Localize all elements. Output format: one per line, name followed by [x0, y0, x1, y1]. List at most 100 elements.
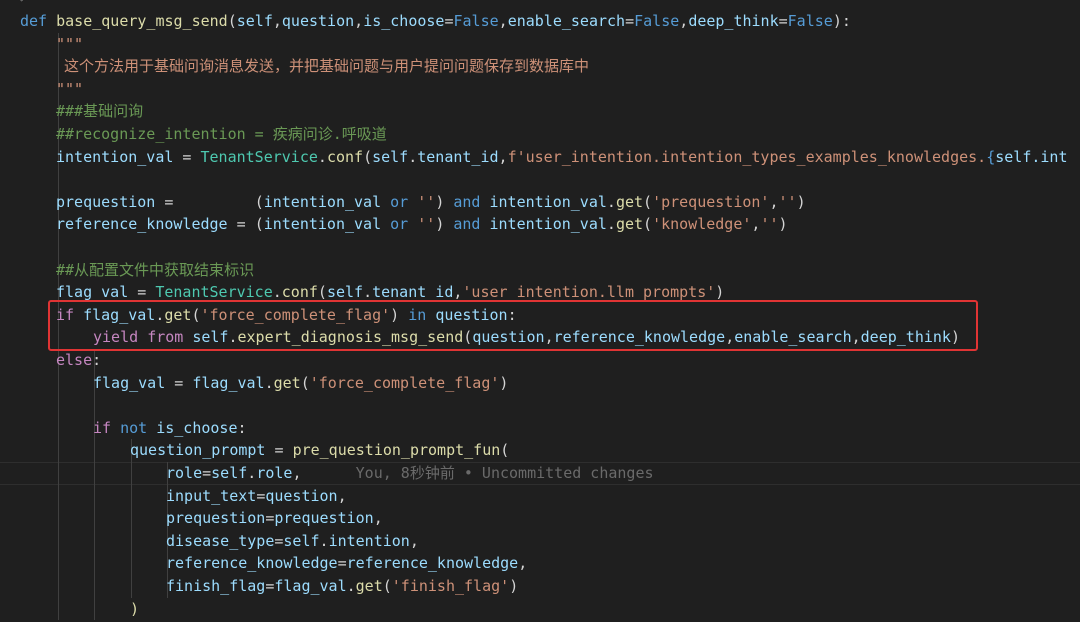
code-token: ( — [317, 283, 327, 302]
code-token: . — [363, 283, 373, 302]
fold-icon[interactable]: ◈ — [18, 0, 25, 4]
code-token: False — [453, 12, 499, 30]
code-line[interactable]: """ — [56, 33, 83, 56]
code-line[interactable]: ##从配置文件中获取结束标识 — [56, 259, 254, 282]
code-token: TenantService — [155, 283, 273, 302]
code-token: self — [326, 283, 364, 302]
code-token: ) — [499, 373, 509, 392]
code-token: ( — [300, 373, 310, 392]
code-token: ) — [435, 192, 454, 211]
code-line[interactable]: intention_val = TenantService.conf(self.… — [56, 146, 1067, 169]
code-token: intention_val — [489, 192, 607, 211]
code-token: '' — [417, 192, 436, 211]
code-token: ( — [227, 12, 237, 30]
code-token: False — [787, 12, 833, 30]
code-token: ) — [715, 283, 725, 302]
code-token: reference_knowledge — [56, 215, 228, 234]
code-token: , — [272, 12, 282, 30]
code-token: . — [606, 215, 616, 234]
code-line[interactable]: def base_query_msg_send(self,question,is… — [20, 10, 851, 33]
code-line[interactable]: if not is_choose: — [93, 417, 247, 440]
code-token: = — [625, 12, 635, 30]
code-token: and — [453, 215, 481, 234]
code-token: = — [165, 373, 193, 392]
code-token: . — [346, 577, 356, 595]
code-line[interactable]: else: — [56, 349, 101, 372]
code-token: ( — [500, 441, 510, 460]
code-token: flag_val — [192, 373, 265, 392]
code-token: get — [615, 215, 644, 234]
code-token: tenant_id — [372, 283, 454, 302]
code-token: = — [173, 147, 201, 166]
code-token: flag_val — [274, 577, 347, 595]
code-token: prequestion — [274, 509, 374, 528]
code-line[interactable]: ##recognize_intention = 疾病问诊.呼吸道 — [56, 123, 387, 146]
code-line[interactable]: question_prompt = pre_question_prompt_fu… — [130, 439, 509, 462]
code-token: is_choose — [363, 12, 445, 30]
code-token: = — [128, 283, 156, 302]
code-line[interactable]: input_text=question, — [166, 485, 347, 508]
code-token: def — [20, 12, 57, 30]
code-line[interactable]: prequestion=prequestion, — [166, 507, 383, 530]
code-line[interactable]: role=self.role, You, 8秒钟前 • Uncommitted … — [166, 462, 654, 485]
code-token: input_text — [166, 486, 257, 505]
code-token: prequestion — [56, 192, 156, 211]
code-token: ( — [382, 577, 392, 595]
code-token: ##recognize_intention = 疾病问诊.呼吸道 — [56, 125, 387, 143]
code-token: is_choose — [156, 418, 238, 437]
code-token: f'user_intention.intention_types_example… — [507, 147, 987, 166]
code-line[interactable]: finish_flag=flag_val.get('finish_flag') — [166, 575, 518, 598]
code-token: , — [409, 531, 419, 550]
code-line[interactable]: """ — [56, 78, 83, 101]
code-token: = — [444, 12, 454, 30]
code-token: conf — [281, 283, 318, 302]
code-token: role — [166, 464, 203, 482]
code-token: not — [120, 418, 148, 437]
code-token: ) — [778, 215, 788, 234]
code-token: """ — [56, 34, 84, 53]
code-token: = — [155, 192, 255, 211]
code-token: ( — [254, 192, 264, 211]
code-token: 'finish_flag' — [391, 577, 510, 595]
code-line[interactable]: disease_type=self.intention, — [166, 530, 419, 553]
code-token: intention_val — [263, 192, 382, 211]
code-token: . — [317, 147, 327, 166]
code-token: get — [355, 577, 383, 595]
code-token: , — [337, 486, 347, 505]
code-token: ##从配置文件中获取结束标识 — [56, 260, 255, 279]
code-token: intention_val — [56, 147, 174, 166]
code-token: ): — [832, 12, 851, 30]
code-line[interactable]: prequestion = (intention_val or '') and … — [56, 191, 806, 214]
code-line[interactable]: ) — [130, 598, 139, 621]
code-token: '' — [778, 192, 797, 211]
code-token: 'force_complete_flag' — [309, 373, 500, 392]
code-editor[interactable]: ◈ def base_query_msg_send(self,question,… — [0, 0, 1080, 622]
code-token: = — [202, 464, 212, 482]
code-token: question_prompt — [130, 441, 266, 460]
code-token: question — [281, 12, 355, 30]
code-token: prequestion — [166, 509, 266, 528]
code-token: ( — [643, 192, 653, 211]
code-token: . — [272, 283, 282, 302]
code-token: reference_knowledge — [166, 554, 338, 573]
code-line[interactable]: 这个方法用于基础问询消息发送，并把基础问题与用户提问问题保存到数据库中 — [64, 55, 589, 78]
code-token: get — [273, 373, 301, 392]
code-token: self — [372, 147, 409, 166]
code-token: : — [92, 351, 102, 369]
annotation-box — [48, 300, 978, 351]
code-token: conf — [326, 147, 364, 166]
code-line[interactable]: reference_knowledge = (intention_val or … — [56, 213, 788, 236]
code-token: self — [236, 12, 273, 30]
code-line[interactable]: flag_val = flag_val.get('force_complete_… — [93, 372, 508, 395]
code-line[interactable]: reference_knowledge=reference_knowledge, — [166, 552, 527, 575]
code-token: enable_search — [507, 12, 626, 30]
code-token: , — [769, 192, 779, 211]
code-line[interactable]: ###基础问询 — [56, 100, 143, 123]
code-token: ) — [130, 599, 140, 618]
code-token: reference_knowledge — [346, 554, 519, 573]
code-token: flag_val — [93, 373, 166, 392]
code-token: : — [237, 418, 247, 437]
code-token: , — [354, 12, 364, 30]
